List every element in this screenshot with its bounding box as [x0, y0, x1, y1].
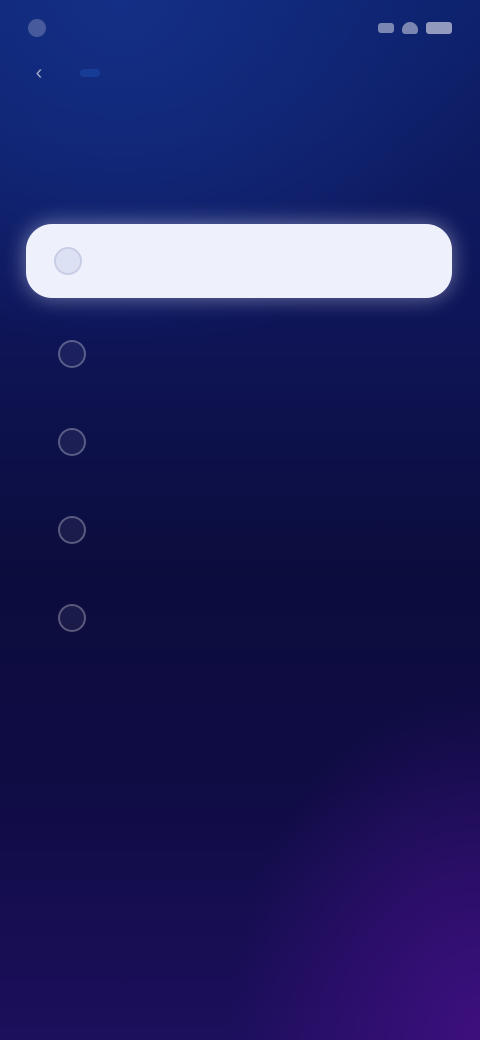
- status-left: [28, 19, 54, 37]
- status-right: [378, 22, 452, 34]
- option-item-selected[interactable]: [26, 224, 452, 298]
- radio-icon: [58, 428, 86, 456]
- nav-tab-active[interactable]: [80, 69, 100, 77]
- nav-row: ‹: [28, 62, 100, 84]
- radio-icon: [58, 340, 86, 368]
- option-item[interactable]: [26, 398, 452, 486]
- app-indicator-icon: [28, 19, 46, 37]
- wifi-icon: [402, 22, 418, 34]
- battery-icon: [426, 22, 452, 34]
- option-item[interactable]: [26, 310, 452, 398]
- radio-icon: [58, 604, 86, 632]
- back-button[interactable]: ‹: [28, 62, 50, 84]
- option-item[interactable]: [26, 574, 452, 662]
- chevron-left-icon: ‹: [35, 61, 43, 84]
- radio-icon: [58, 516, 86, 544]
- option-list: [26, 310, 452, 662]
- option-item[interactable]: [26, 486, 452, 574]
- radio-selected-icon: [54, 247, 82, 275]
- signal-icon: [378, 23, 394, 33]
- status-bar: [28, 14, 452, 42]
